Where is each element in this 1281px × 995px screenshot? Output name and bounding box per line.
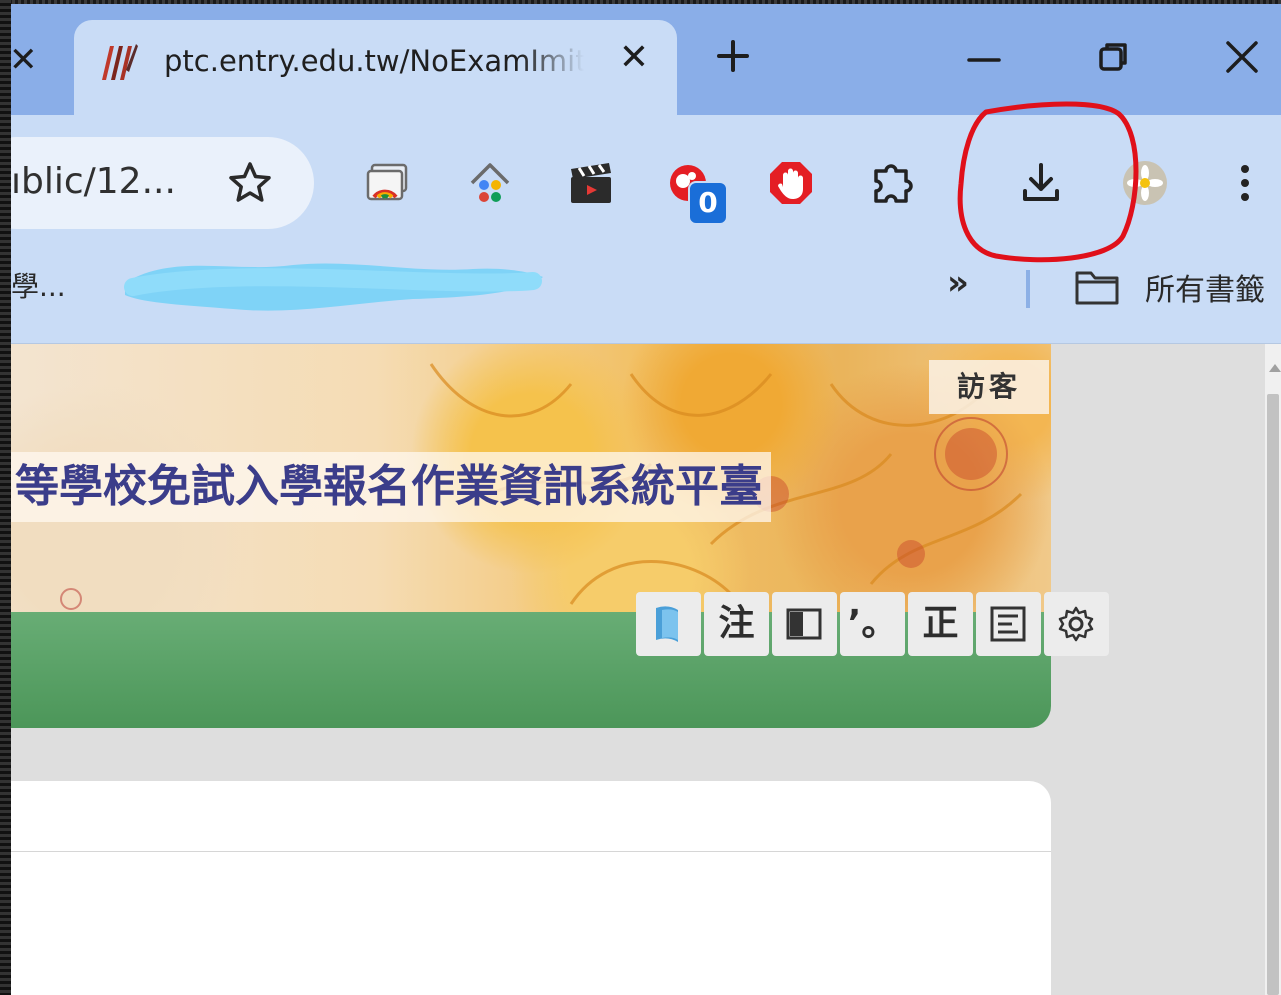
- puzzle-icon[interactable]: [868, 159, 916, 207]
- bookmarks-separator: [1026, 270, 1030, 308]
- bookmark-star-icon[interactable]: [226, 159, 274, 207]
- redaction-scribble: [124, 263, 543, 311]
- all-bookmarks-label[interactable]: 所有書籤: [1145, 265, 1265, 309]
- scroll-up-arrow-icon[interactable]: [1269, 364, 1281, 372]
- visitor-label: 訪客: [929, 360, 1049, 414]
- traditional-chinese-button[interactable]: 正: [908, 592, 973, 656]
- folder-icon[interactable]: [1073, 267, 1121, 307]
- site-favicon-icon: [102, 44, 138, 80]
- site-title: 等學校免試入學報名作業資訊系統平臺: [11, 452, 771, 522]
- content-card: [11, 781, 1051, 995]
- bookmark-item[interactable]: 學...: [11, 265, 66, 305]
- phonetic-annotation-button[interactable]: 注: [704, 592, 769, 656]
- previous-tab-close-icon[interactable]: ✕: [11, 40, 38, 80]
- address-bar[interactable]: ıblic/12...: [11, 137, 314, 229]
- extension-badge-count: 0: [688, 181, 728, 225]
- browser-window: ✕ ptc.entry.edu.tw/NoExamImit ✕ ıblic/12…: [11, 4, 1281, 995]
- punctuation-button[interactable]: ’。: [840, 592, 905, 656]
- accessibility-toolbar: 注 ’。 正: [636, 592, 1109, 656]
- stop-hand-icon[interactable]: [767, 159, 815, 207]
- tab-active[interactable]: ptc.entry.edu.tw/NoExamImit ✕: [74, 20, 677, 115]
- clapperboard-icon[interactable]: [567, 159, 615, 207]
- settings-gear-icon[interactable]: [1044, 592, 1109, 656]
- menu-dots-icon[interactable]: [1221, 159, 1269, 207]
- restore-icon[interactable]: [1091, 34, 1137, 80]
- text-layout-icon[interactable]: [976, 592, 1041, 656]
- screen-frame-left: [0, 0, 11, 995]
- url-text: ıblic/12...: [11, 161, 176, 202]
- tab-close-icon[interactable]: ✕: [614, 38, 654, 78]
- toolbar: ıblic/12... 0: [11, 115, 1281, 235]
- header-banner: 訪客 等學校免試入學報名作業資訊系統平臺: [11, 344, 1051, 612]
- page-viewport: 訪客 等學校免試入學報名作業資訊系統平臺 注 ’。 正: [11, 344, 1265, 995]
- home-icon[interactable]: [466, 159, 514, 207]
- profile-avatar[interactable]: [1121, 159, 1169, 207]
- tab-strip: ✕ ptc.entry.edu.tw/NoExamImit ✕: [11, 4, 1281, 115]
- contrast-icon[interactable]: [772, 592, 837, 656]
- bookmarks-bar: 學... » 所有書籤: [11, 235, 1281, 344]
- card-divider: [11, 851, 1051, 852]
- tab-title: ptc.entry.edu.tw/NoExamImit: [164, 44, 584, 78]
- bookmarks-overflow-chevron[interactable]: »: [947, 263, 969, 303]
- cast-icon[interactable]: [364, 159, 412, 207]
- scrollbar-thumb[interactable]: [1267, 394, 1279, 995]
- close-window-icon[interactable]: [1219, 34, 1265, 80]
- reader-icon[interactable]: [636, 592, 701, 656]
- new-tab-plus-icon[interactable]: [711, 34, 755, 78]
- download-icon[interactable]: [1017, 159, 1065, 207]
- minimize-icon[interactable]: [961, 34, 1007, 80]
